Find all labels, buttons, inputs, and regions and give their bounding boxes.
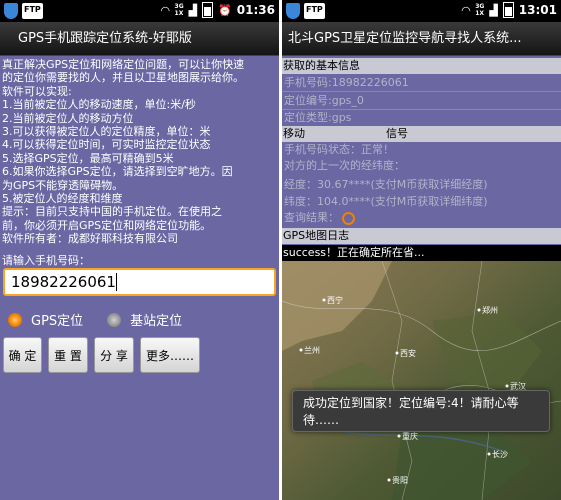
more-button[interactable]: 更多……	[140, 337, 200, 373]
intro-line: 3.可以获得被定位人的定位精度，单位：米	[2, 125, 211, 139]
map-city-label: 西安	[400, 348, 416, 358]
intro-line: 1.当前被定位人的移动速度，单位:米/秒	[2, 98, 196, 112]
intro-line: 的定位你需要找的人，并且以卫星地图展示给你。	[2, 71, 244, 85]
longitude-text: 经度：30.67****(支付M币获取详细经度)	[284, 178, 488, 191]
intro-line: 为GPS不能穿透障碍物。	[2, 178, 124, 192]
right-phone-screen: FTP ◠ 3G 1X ▟ 13:01 北斗GPS卫星定位监控导航寻找人系统..…	[282, 0, 561, 500]
intro-line: 软件可以实现:	[2, 84, 72, 98]
intro-line: 真正解决GPS定位和网络定位问题，可以让你快速	[2, 58, 245, 71]
signal-icon: ▟	[188, 3, 198, 17]
map-log-text: success！正在确定所在省...	[282, 245, 561, 261]
map-log-header: GPS地图日志	[282, 228, 561, 244]
status-toast: 成功定位到国家！定位编号:4！请耐心等待……	[292, 390, 550, 432]
map-city-label: 长沙	[492, 449, 508, 459]
carrier-label: 移动	[283, 127, 305, 140]
wifi-icon: ◠	[461, 3, 471, 17]
button-row: 确 定 重 置 分 享 更多……	[3, 337, 200, 373]
battery-icon	[202, 2, 214, 18]
intro-line: 前，你必须开启GPS定位和网络定位功能。	[2, 218, 212, 232]
intro-line: 提示：目前只支持中国的手机定位。在使用之	[2, 205, 222, 219]
intro-text: 真正解决GPS定位和网络定位问题，可以让你快速 的定位你需要找的人，并且以卫星地图…	[2, 58, 278, 246]
latitude-text: 纬度：104.0****(支付M币获取详细纬度)	[284, 195, 488, 208]
wifi-icon: ◠	[161, 3, 170, 17]
map-city-dot	[299, 348, 303, 352]
location-type-text: 定位类型:gps	[284, 111, 352, 124]
map-city-label: 贵阳	[392, 475, 408, 485]
map-city-dot	[395, 351, 399, 355]
confirm-button[interactable]: 确 定	[3, 337, 42, 373]
location-id-text: 定位编号:gps_0	[284, 94, 364, 107]
map-city-dot	[322, 298, 326, 302]
map-city-dot	[387, 478, 391, 482]
last-coords-text: 对方的上一次的经纬度：	[284, 159, 405, 172]
share-button[interactable]: 分 享	[94, 337, 134, 373]
status-bar: FTP ◠ 3G 1X ▟ ⏰ 01:36	[0, 0, 279, 22]
location-mode-group: GPS定位 基站定位	[8, 310, 182, 329]
ftp-icon: FTP	[22, 3, 43, 19]
status-time: 01:36	[236, 3, 275, 17]
ftp-icon: FTP	[304, 3, 325, 19]
query-result-row: 查询结果：	[284, 210, 558, 226]
intro-line: 6.如果你选择GPS定位，请选择到空旷地方。因	[2, 165, 233, 179]
security-shield-icon	[4, 3, 18, 19]
left-phone-screen: FTP ◠ 3G 1X ▟ ⏰ 01:36 GPS手机跟踪定位系统-好耶版 真正…	[0, 0, 279, 500]
radio-station-icon[interactable]	[107, 312, 122, 327]
satellite-map[interactable]: 西宁兰州西安郑州武汉成都重庆长沙贵阳	[282, 261, 561, 500]
signal-label: 信号	[386, 127, 408, 140]
map-city-dot	[397, 434, 401, 438]
app-title: 北斗GPS卫星定位监控导航寻找人系统...	[282, 22, 561, 56]
phone-number-label: 请输入手机号码：	[2, 254, 90, 267]
intro-line: 2.当前被定位人的移动方位	[2, 111, 134, 125]
loading-spinner-icon	[342, 211, 355, 225]
intro-line: 5.被定位人的经度和维度	[2, 192, 123, 206]
intro-line: 4.可以获得定位时间，可实时监控定位状态	[2, 138, 211, 152]
map-city-label: 兰州	[304, 345, 320, 355]
phone-number-input[interactable]: 18982226061	[3, 268, 276, 296]
battery-icon	[502, 2, 514, 18]
phone-status-text: 手机号码状态：正常！	[284, 143, 394, 156]
signal-icon: ▟	[489, 3, 498, 17]
divider	[282, 91, 561, 92]
reset-button[interactable]: 重 置	[48, 337, 88, 373]
status-bar: FTP ◠ 3G 1X ▟ 13:01	[282, 0, 561, 22]
phone-number-value: 18982226061	[11, 273, 116, 291]
radio-station-label[interactable]: 基站定位	[130, 310, 182, 329]
map-city-label: 重庆	[402, 431, 418, 441]
intro-line: 5.选择GPS定位，最高可精确到5米	[2, 151, 174, 165]
carrier-signal-row: 移动 信号	[282, 126, 561, 142]
map-city-label: 西宁	[327, 295, 343, 305]
security-shield-icon	[286, 3, 300, 19]
map-city-dot	[477, 308, 481, 312]
query-result-label: 查询结果：	[284, 211, 339, 224]
intro-line: 软件所有者：成都好耶科技有限公司	[2, 232, 178, 246]
satellite-map-image: 西宁兰州西安郑州武汉成都重庆长沙贵阳	[282, 261, 561, 500]
phone-number-text: 手机号码:18982226061	[284, 76, 409, 89]
map-city-label: 郑州	[482, 305, 498, 315]
network-indicator: 3G 1X	[475, 3, 485, 17]
status-time: 13:01	[518, 3, 557, 17]
basic-info-header: 获取的基本信息	[282, 58, 561, 74]
map-city-dot	[487, 452, 491, 456]
alarm-clock-icon: ⏰	[218, 3, 232, 17]
app-title: GPS手机跟踪定位系统-好耶版	[0, 22, 279, 56]
map-city-dot	[505, 384, 509, 388]
radio-gps-label[interactable]: GPS定位	[31, 310, 83, 329]
radio-gps-selected-icon[interactable]	[8, 312, 22, 327]
network-indicator: 3G 1X	[174, 3, 184, 17]
